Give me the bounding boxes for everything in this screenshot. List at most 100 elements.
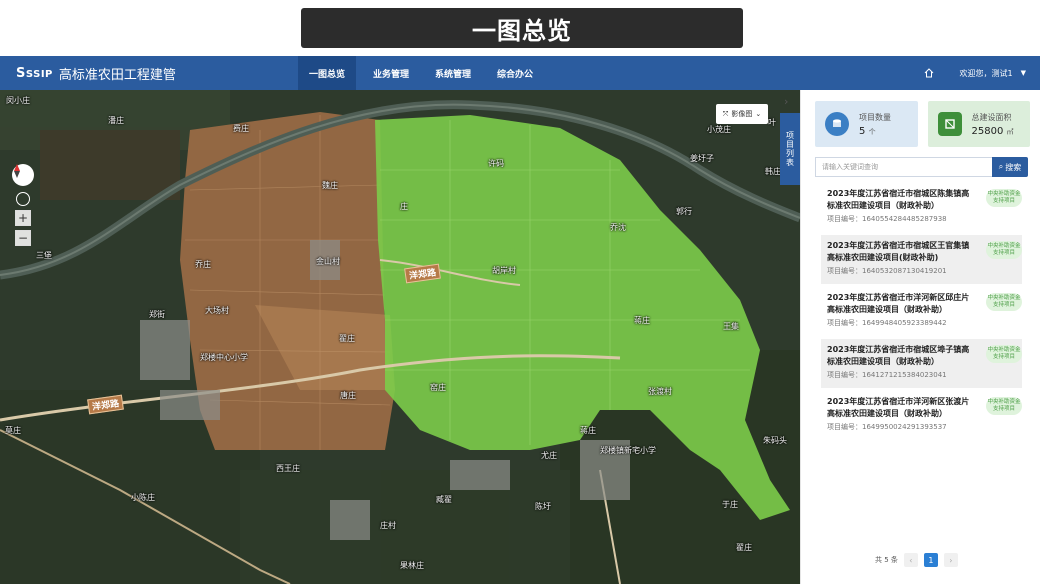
stats-row: 项目数量 5 个 总建设面积 25800 ㎡: [801, 90, 1040, 147]
place-label: 陈圩: [535, 502, 551, 511]
place-label: 臧翟: [436, 495, 452, 504]
search-icon: ⌕: [998, 162, 1004, 171]
top-navbar: SSSIP 高标准农田工程建管 一图总览 业务管理 系统管理 综合办公 欢迎您，…: [0, 56, 1040, 90]
place-label: 张渡村: [648, 387, 672, 396]
project-code: 项目编号：1640554284485287938: [827, 215, 947, 223]
place-label: 尤庄: [541, 451, 557, 460]
project-title: 2023年度江苏省宿迁市洋河新区邱庄片高标准农田建设项目（财政补助）: [827, 293, 970, 314]
project-count-label: 项目数量: [859, 112, 891, 122]
nav-business[interactable]: 业务管理: [364, 56, 418, 90]
project-title: 2023年度江苏省宿迁市宿城区王官集镇高标准农田建设项目(财政补助): [827, 241, 970, 262]
place-label: 小陈庄: [131, 493, 155, 502]
place-label: 窑庄: [430, 383, 446, 392]
project-count-value: 5 个: [859, 125, 876, 137]
place-label: 庄村: [380, 521, 396, 530]
funding-tag: 中央补助资金支持项目: [986, 241, 1022, 259]
pagination-total: 共 5 条: [875, 556, 898, 564]
place-label: 韩庄: [765, 167, 781, 176]
area-icon: [937, 112, 962, 136]
database-icon: [825, 112, 849, 136]
place-label: 莫庄: [5, 426, 21, 435]
home-icon[interactable]: [924, 68, 934, 78]
funding-tag: 中央补助资金支持项目: [986, 189, 1022, 207]
place-label: 乔庄: [195, 260, 211, 269]
chevron-down-icon: ⌄: [755, 110, 762, 118]
area-card: 总建设面积 25800 ㎡: [927, 101, 1030, 147]
project-item[interactable]: 2023年度江苏省宿迁市洋河新区邱庄片高标准农田建设项目（财政补助） 项目编号：…: [821, 287, 1022, 336]
place-label: 郑街: [149, 310, 165, 319]
funding-tag: 中央补助资金支持项目: [986, 397, 1022, 415]
project-code: 项目编号：1640532087130419201: [827, 267, 947, 275]
place-label: 郑楼镇新宅小学: [600, 446, 656, 455]
place-label: 费庄: [233, 124, 249, 133]
project-item[interactable]: 2023年度江苏省宿迁市宿城区王官集镇高标准农田建设项目(财政补助) 项目编号：…: [821, 235, 1022, 284]
project-list: 2023年度江苏省宿迁市宿城区陈集镇高标准农田建设项目（财政补助） 项目编号：1…: [801, 183, 1040, 440]
project-title: 2023年度江苏省宿迁市宿城区埠子镇高标准农田建设项目（财政补助）: [827, 345, 970, 366]
project-item[interactable]: 2023年度江苏省宿迁市洋河新区张渡片高标准农田建设项目（财政补助） 项目编号：…: [821, 391, 1022, 440]
place-label: 大场村: [205, 306, 229, 315]
funding-tag: 中央补助资金支持项目: [986, 293, 1022, 311]
nav-office[interactable]: 综合办公: [488, 56, 542, 90]
layer-switch-button[interactable]: ⤧ 影像图 ⌄: [716, 104, 768, 124]
place-label: 闵小庄: [6, 96, 30, 105]
place-label: 郭行: [676, 207, 692, 216]
compass-icon[interactable]: [12, 164, 34, 186]
main-nav: 一图总览 业务管理 系统管理 综合办公: [298, 56, 550, 90]
project-title: 2023年度江苏省宿迁市宿城区陈集镇高标准农田建设项目（财政补助）: [827, 189, 970, 210]
place-label: 唐庄: [340, 391, 356, 400]
place-label: 果林庄: [400, 561, 424, 570]
project-list-tab[interactable]: 项目列表: [780, 113, 800, 185]
prev-page-button[interactable]: ‹: [903, 553, 918, 567]
place-label: 庄: [400, 202, 408, 211]
area-label: 总建设面积: [971, 112, 1012, 122]
project-code: 项目编号：1649950024291393537: [827, 423, 947, 431]
chevron-down-icon[interactable]: ▼: [1021, 69, 1026, 77]
project-code: 项目编号：1649948405923389442: [827, 319, 947, 327]
place-label: 魏庄: [322, 181, 338, 190]
place-label: 三堡: [36, 251, 52, 260]
logo-mark: SSSIP: [16, 65, 53, 81]
place-label: 蒋庄: [634, 316, 650, 325]
user-greeting[interactable]: 欢迎您，测试1: [960, 68, 1013, 79]
project-count-card: 项目数量 5 个: [815, 101, 918, 147]
search-input[interactable]: 请输入关键词查询: [815, 157, 992, 177]
project-title: 2023年度江苏省宿迁市洋河新区张渡片高标准农田建设项目（财政补助）: [827, 397, 970, 418]
place-label: 王集: [723, 322, 739, 331]
place-label: 乔沈: [610, 223, 626, 232]
area-value: 25800 ㎡: [971, 125, 1014, 137]
place-label: 胡岸村: [492, 266, 516, 275]
project-panel: 项目数量 5 个 总建设面积 25800 ㎡ 请输入关键词查询 ⌕ 搜索 202…: [800, 90, 1040, 584]
nav-overview[interactable]: 一图总览: [298, 56, 356, 90]
place-label: 小茂庄: [707, 125, 731, 134]
search-button[interactable]: ⌕ 搜索: [992, 157, 1028, 177]
next-page-button[interactable]: ›: [943, 553, 958, 567]
search-bar: 请输入关键词查询 ⌕ 搜索: [815, 157, 1028, 177]
place-label: 翟庄: [339, 334, 355, 343]
locate-icon[interactable]: [16, 192, 30, 206]
map-controls: + −: [12, 164, 34, 246]
app-logo[interactable]: SSSIP 高标准农田工程建管: [16, 64, 284, 83]
place-label: 姜圩子: [690, 154, 714, 163]
zoom-out-button[interactable]: −: [15, 230, 31, 246]
project-item[interactable]: 2023年度江苏省宿迁市宿城区陈集镇高标准农田建设项目（财政补助） 项目编号：1…: [821, 183, 1022, 232]
place-label: 西王庄: [276, 464, 300, 473]
layers-icon: ⤧: [722, 109, 729, 118]
pagination: 共 5 条 ‹ 1 ›: [875, 553, 958, 567]
page-banner: 一图总览: [301, 8, 743, 48]
project-item[interactable]: 2023年度江苏省宿迁市宿城区埠子镇高标准农田建设项目（财政补助） 项目编号：1…: [821, 339, 1022, 388]
nav-system[interactable]: 系统管理: [426, 56, 480, 90]
place-label: 朱码头: [763, 436, 787, 445]
place-label: 翟庄: [736, 543, 752, 552]
app-title: 高标准农田工程建管: [58, 67, 176, 83]
layer-switch-label: 影像图: [731, 110, 753, 118]
search-button-label: 搜索: [1005, 162, 1022, 172]
chevron-right-icon[interactable]: ›: [784, 95, 788, 108]
zoom-in-button[interactable]: +: [15, 210, 31, 226]
map-imagery: [0, 90, 800, 584]
place-label: 于庄: [722, 500, 738, 509]
funding-tag: 中央补助资金支持项目: [986, 345, 1022, 363]
page-button-current[interactable]: 1: [923, 553, 938, 567]
place-label: 蒋庄: [580, 426, 596, 435]
satellite-map[interactable]: 闵小庄 潘庄 费庄 魏庄 叶 小茂庄 姜圩子 许码 韩庄 庄 郭行 三堡 乔庄 …: [0, 90, 800, 584]
place-label: 潘庄: [108, 116, 124, 125]
